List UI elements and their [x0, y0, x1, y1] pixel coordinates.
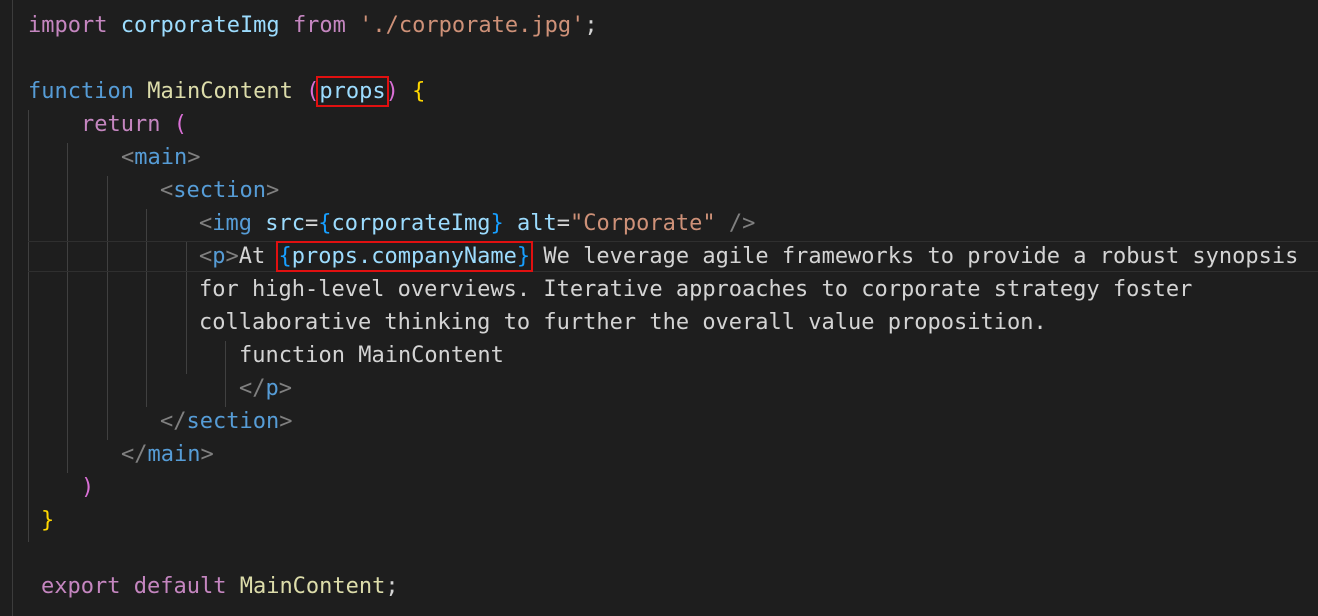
code-line-11[interactable]: function MainContent [239, 339, 504, 372]
tag-bracket: < [199, 244, 213, 269]
text-at: At [238, 244, 266, 269]
string-path: './corporate.jpg' [359, 13, 585, 38]
code-line-8[interactable]: <p>At {props.companyName} We leverage ag… [199, 240, 1298, 273]
keyword-export: export [41, 574, 121, 599]
props-company-name: props.companyName [291, 244, 517, 269]
close-brace: } [41, 508, 55, 533]
attr-src: src [265, 211, 305, 236]
code-line-13[interactable]: </section> [160, 405, 292, 438]
open-brace: { [412, 79, 426, 104]
tag-bracket: </ [160, 409, 187, 434]
tag-bracket: > [200, 442, 214, 467]
paragraph-text: We leverage agile frameworks to provide … [543, 244, 1299, 269]
function-name: MainContent [147, 79, 293, 104]
tag-p-close: p [265, 376, 279, 401]
tag-section: section [173, 178, 266, 203]
identifier: corporateImg [120, 13, 280, 38]
company-name-expression-highlighted: {props.companyName} [275, 241, 534, 272]
close-brace: } [490, 211, 504, 236]
paragraph-text: function MainContent [239, 343, 504, 368]
paragraph-text: for high-level overviews. Iterative appr… [199, 277, 1193, 302]
open-paren: ( [306, 79, 320, 104]
code-line-15[interactable]: ) [81, 471, 94, 504]
indent-guide [67, 143, 68, 473]
keyword-default: default [133, 574, 227, 599]
code-line-12[interactable]: </p> [239, 372, 292, 405]
indent-guide [28, 110, 29, 542]
open-paren: ( [173, 112, 187, 137]
code-line-6[interactable]: <section> [160, 174, 279, 207]
tag-bracket: > [225, 244, 239, 269]
keyword-from: from [292, 13, 346, 38]
tag-main-close: main [147, 442, 201, 467]
semicolon: ; [584, 13, 598, 38]
code-line-9[interactable]: for high-level overviews. Iterative appr… [199, 273, 1192, 306]
tag-bracket: </ [239, 376, 266, 401]
keyword-return: return [81, 112, 161, 137]
semicolon: ; [385, 574, 399, 599]
indent-guide [107, 176, 108, 440]
alt-value: "Corporate" [569, 211, 716, 236]
close-brace: } [516, 244, 531, 269]
code-line-14[interactable]: </main> [121, 438, 214, 471]
editor-left-border [12, 0, 13, 616]
equals: = [305, 211, 319, 236]
tag-bracket: > [278, 376, 292, 401]
close-paren: ) [81, 475, 95, 500]
tag-bracket: </ [121, 442, 148, 467]
tag-section-close: section [186, 409, 280, 434]
attr-alt: alt [516, 211, 557, 236]
self-close: /> [728, 211, 756, 236]
code-line-18[interactable]: export default MainContent; [41, 570, 399, 603]
equals: = [556, 211, 570, 236]
tag-p: p [212, 244, 226, 269]
tag-bracket: < [160, 178, 174, 203]
indent-guide [225, 341, 226, 407]
open-brace: { [278, 244, 292, 269]
code-line-7[interactable]: <img src={corporateImg} alt="Corporate" … [199, 207, 755, 240]
code-line-4[interactable]: return ( [81, 108, 187, 141]
tag-main: main [134, 145, 188, 170]
close-paren: ) [385, 79, 399, 104]
code-line-1[interactable]: import corporateImg from './corporate.jp… [28, 9, 598, 42]
code-line-3[interactable]: function MainContent (props) { [28, 75, 425, 108]
tag-bracket: < [199, 211, 213, 236]
props-param-highlighted: props [316, 76, 389, 107]
code-editor[interactable]: import corporateImg from './corporate.jp… [0, 0, 1318, 616]
code-line-5[interactable]: <main> [121, 141, 200, 174]
tag-bracket: > [265, 178, 280, 203]
paragraph-text: collaborative thinking to further the ov… [199, 310, 1047, 335]
indent-guide [146, 209, 147, 407]
code-line-10[interactable]: collaborative thinking to further the ov… [199, 306, 1047, 339]
keyword-import: import [28, 13, 108, 38]
tag-bracket: < [121, 145, 135, 170]
src-value: corporateImg [331, 211, 491, 236]
tag-bracket: > [187, 145, 201, 170]
tag-img: img [212, 211, 252, 236]
export-name: MainContent [239, 574, 386, 599]
tag-bracket: > [279, 409, 293, 434]
code-line-16[interactable]: } [41, 504, 54, 537]
open-brace: { [318, 211, 332, 236]
keyword-function: function [28, 79, 134, 104]
